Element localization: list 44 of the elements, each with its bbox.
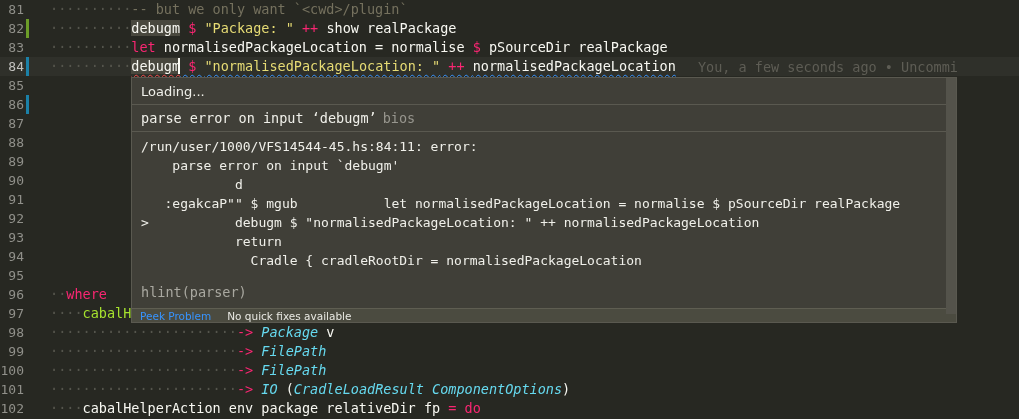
error-details: /run/user/1000/VFS14544-45.hs:84:11: error: parse error on input `debugm' d :egakcaP"" $ mgub let normalisedPackageLocation = normalise $ pSourceDir realPackage > debugm $ "normalisedPackageLocation: " ++ normalisedPackageLocation return Cradle { cradleRootDir = normalisedPackageLocation [140,138,902,270]
line-number: 91 [7,192,24,207]
error-code: hlint(parser) [140,283,248,300]
code-line: ··where [50,285,107,304]
line-number: 100 [0,363,24,378]
code-line: ··········debugm $ "normalisedPackageLocation: " ++ normalisedPackageLocation [50,57,676,76]
code-line: ··········-- but we only want `<cwd>/plugin` [50,0,408,19]
line-number: 89 [7,154,24,169]
line-number: 90 [7,173,24,188]
code-line: ··········debugm $ "Package: " ++ show realPackage [50,19,457,38]
line-number: 99 [7,344,24,359]
line-number: 85 [7,78,24,93]
line-number: 92 [7,211,24,226]
code-line: ····cabalH [50,304,132,323]
code-line: ·······················-> FilePath [50,361,327,380]
code-line: ····cabalHelperAction env package relativeDir fp = do [50,399,481,418]
line-number: 83 [7,40,24,55]
line-number: 102 [0,401,24,416]
code-line: ··········let normalisedPackageLocation = normalise $ pSourceDir realPackage [50,38,668,57]
line-number: 95 [7,268,24,283]
line-number: 98 [7,325,24,340]
line-number: 101 [0,382,24,397]
peek-problem-link[interactable]: Peek Problem [140,309,212,322]
loading-text: Loading... [141,83,205,99]
line-number: 82 [7,21,24,36]
line-number: 93 [7,230,24,245]
line-number: 81 [7,2,24,17]
change-marker[interactable] [26,95,29,114]
scrollbar[interactable] [946,78,956,314]
line-number: 84 [7,59,24,74]
line-number: 94 [7,249,24,264]
code-line: ·······················-> FilePath [50,342,327,361]
line-number: 88 [7,135,24,150]
error-message: parse error on input ‘debugm’ [141,110,377,126]
error-source: bios [382,110,416,126]
change-marker[interactable] [26,19,29,38]
line-number: 97 [7,306,24,321]
code-line: ·······················-> Package v [50,323,335,342]
line-number: 96 [7,287,24,302]
quick-fix-note: No quick fixes available [227,309,352,322]
code-line: ·······················-> IO (CradleLoadResult ComponentOptions) [50,380,571,399]
line-number: 86 [7,97,24,112]
change-marker[interactable] [26,57,29,76]
line-number: 87 [7,116,24,131]
